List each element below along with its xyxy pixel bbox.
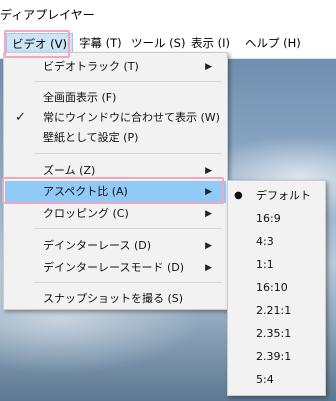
menu-subtitles[interactable]: 字幕 (T) [74,33,127,53]
menu-item-wallpaper[interactable]: 壁紙として設定 (P) [5,127,226,149]
menu-item-label: 全画面表示 (F) [43,91,117,104]
menu-separator [34,282,222,283]
submenu-arrow-icon: ▶ [205,263,212,273]
menu-item-fullscreen[interactable]: 全画面表示 (F) [5,87,226,109]
menu-item-aspect-ratio[interactable]: アスペクト比 (A) ▶ [5,181,226,203]
menu-item-label: デインターレースモード (D) [43,261,184,274]
aspect-ratio-submenu: ● デフォルト 16:9 4:3 1:1 16:10 2.21:1 2.35:1… [227,180,326,396]
menu-item-label: スナップショットを撮る (S) [43,292,184,305]
aspect-option-2-21-1[interactable]: 2.21:1 [229,299,324,323]
menu-item-zoom[interactable]: ズーム (Z) ▶ [5,160,226,182]
menu-item-deinterlace-mode[interactable]: デインターレースモード (D) ▶ [5,257,226,279]
menu-item-cropping[interactable]: クロッピング (C) ▶ [5,203,226,225]
menu-help[interactable]: ヘルプ (H) [240,33,306,53]
menu-item-label: 壁紙として設定 (P) [43,131,139,144]
menu-item-label: クロッピング (C) [43,207,129,220]
submenu-arrow-icon: ▶ [205,187,212,197]
menu-item-label: 常にウインドウに合わせて表示 (W) [43,111,220,124]
aspect-option-label: 2.39:1 [256,350,292,363]
aspect-option-16-9[interactable]: 16:9 [229,207,324,231]
menu-item-label: デインターレース (D) [43,239,151,252]
menu-item-label: ズーム (Z) [43,164,96,177]
aspect-option-1-1[interactable]: 1:1 [229,253,324,277]
aspect-option-label: 5:4 [256,373,274,386]
aspect-option-2-35-1[interactable]: 2.35:1 [229,322,324,346]
aspect-option-label: 2.35:1 [256,327,292,340]
menu-item-label: アスペクト比 (A) [43,185,128,198]
aspect-option-label: 2.21:1 [256,304,292,317]
check-icon: ✓ [15,110,26,125]
aspect-option-5-4[interactable]: 5:4 [229,368,324,392]
menu-separator [34,81,222,82]
menu-item-snapshot[interactable]: スナップショットを撮る (S) [5,288,226,310]
submenu-arrow-icon: ▶ [205,166,212,176]
video-menu-dropdown: ビデオトラック (T) ▶ 全画面表示 (F) ✓ 常にウインドウに合わせて表示… [3,52,228,310]
menu-item-deinterlace[interactable]: デインターレース (D) ▶ [5,235,226,257]
submenu-arrow-icon: ▶ [205,241,212,251]
submenu-arrow-icon: ▶ [205,62,212,72]
menu-separator [34,153,222,154]
aspect-option-label: デフォルト [256,189,311,202]
window-title: ディアプレイヤー [0,8,95,22]
submenu-arrow-icon: ▶ [205,209,212,219]
aspect-option-label: 16:10 [256,281,288,294]
menu-item-label: ビデオトラック (T) [43,60,139,73]
aspect-option-2-39-1[interactable]: 2.39:1 [229,345,324,369]
menu-item-video-track[interactable]: ビデオトラック (T) ▶ [5,56,226,78]
menu-tools[interactable]: ツール (S) [126,33,190,53]
menu-separator [34,228,222,229]
aspect-option-default[interactable]: ● デフォルト [229,184,324,208]
aspect-option-label: 1:1 [256,258,274,271]
menu-item-fit-window[interactable]: ✓ 常にウインドウに合わせて表示 (W) [5,107,226,129]
menu-view[interactable]: 表示 (I) [186,33,235,53]
aspect-option-label: 16:9 [256,212,281,225]
aspect-option-label: 4:3 [256,235,274,248]
title-bar: ディアプレイヤー [0,0,336,28]
aspect-option-16-10[interactable]: 16:10 [229,276,324,300]
aspect-option-4-3[interactable]: 4:3 [229,230,324,254]
radio-bullet-icon: ● [234,190,243,201]
